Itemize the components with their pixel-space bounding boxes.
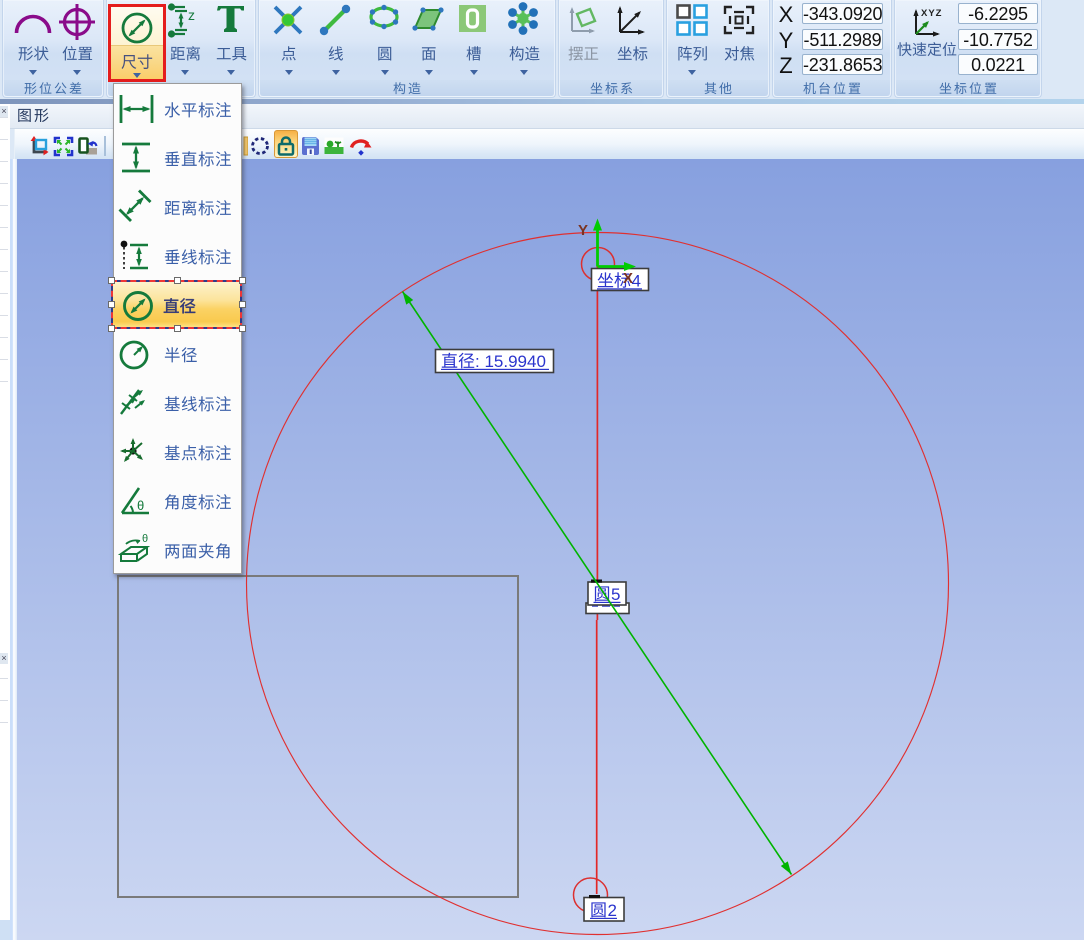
svg-text:XYZ: XYZ (921, 8, 942, 19)
svg-text:θ: θ (142, 533, 148, 545)
svg-text:θ: θ (137, 498, 144, 513)
